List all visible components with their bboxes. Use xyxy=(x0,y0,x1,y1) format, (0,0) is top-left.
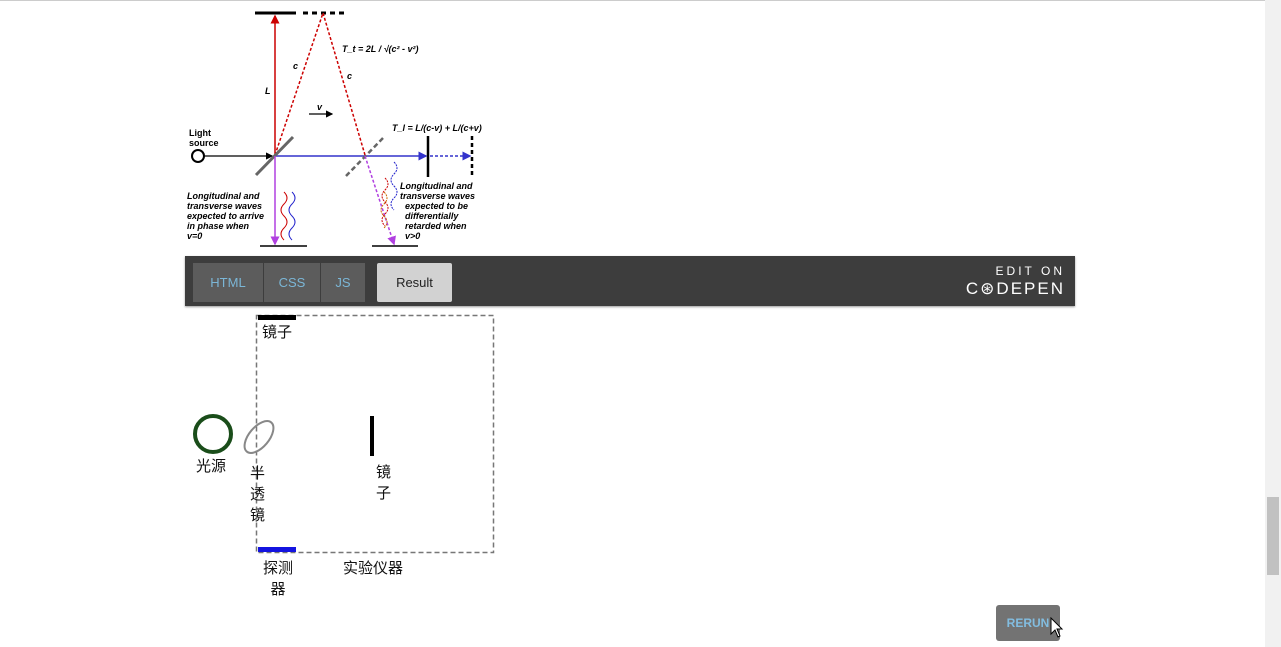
scrollbar-thumb[interactable] xyxy=(1267,497,1279,575)
beam-splitter-icon xyxy=(243,420,275,454)
mirror-top xyxy=(258,315,296,320)
mirror-right xyxy=(370,416,374,456)
mirror-top-label: 镜子 xyxy=(262,323,293,341)
light-source-icon xyxy=(193,414,233,454)
beam-splitter-label: 半透镜 xyxy=(250,464,266,524)
cursor-icon xyxy=(1050,617,1064,638)
apparatus-box xyxy=(255,314,495,554)
detector-icon xyxy=(258,547,296,552)
detector-label: 探测器 xyxy=(262,559,293,598)
mirror-right-label: 镜子 xyxy=(376,463,392,502)
vertical-scrollbar[interactable] xyxy=(1265,0,1281,647)
apparatus-label: 实验仪器 xyxy=(343,559,404,577)
light-source-label: 光源 xyxy=(196,457,227,475)
result-canvas xyxy=(193,314,495,554)
